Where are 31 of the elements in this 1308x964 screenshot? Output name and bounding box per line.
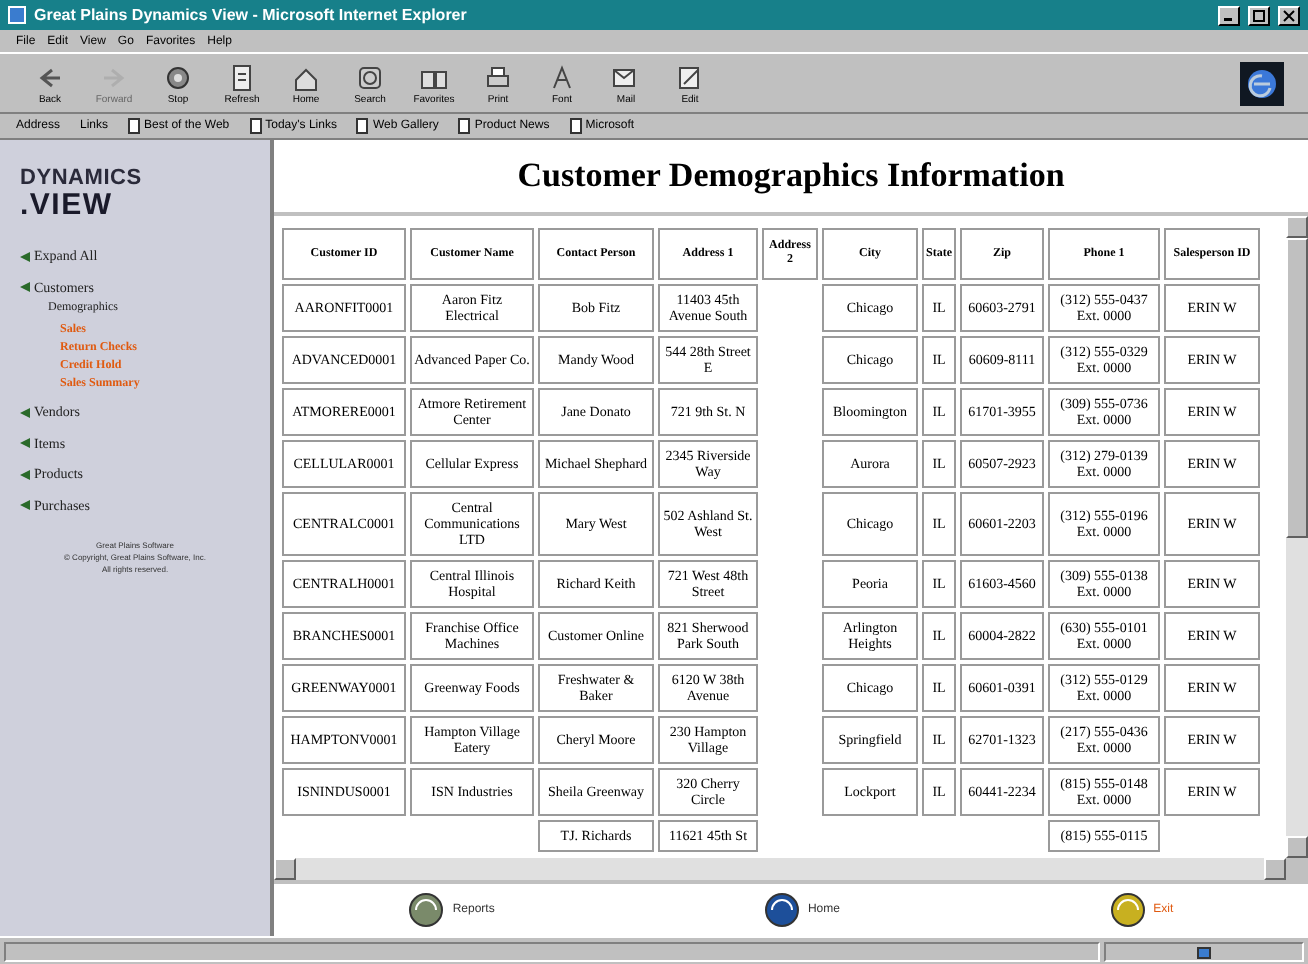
globe-icon [763,892,800,928]
browser-logo-icon [1240,61,1284,105]
arrow-icon [20,469,30,480]
arrow-icon [20,407,30,418]
arrow-icon [20,251,30,262]
page-icon [356,118,369,134]
arrow-icon [20,282,30,293]
vertical-scrollbar[interactable] [1286,216,1308,858]
arrow-icon [20,500,30,511]
page-title: Customer Demographics Information [274,140,1308,216]
arrow-icon [20,438,30,449]
app-icon [8,6,26,24]
logo-text: DYNAMICS [20,168,144,190]
close-button[interactable] [1278,5,1300,25]
close-icon [1282,9,1296,21]
horizontal-scrollbar[interactable] [274,858,1308,880]
page-icon [128,118,141,134]
stop-icon [162,61,194,93]
page-icon [569,118,582,134]
window-title: Great Plains Dynamics View - Microsoft Internet Explorer [34,3,469,27]
zone-icon [1196,943,1212,959]
globe-icon [408,892,445,928]
minimize-button[interactable] [1218,5,1240,25]
globe-icon [1109,892,1146,928]
maximize-icon [1252,9,1266,21]
page-icon [249,118,262,134]
page-icon [458,118,471,134]
print-icon [482,61,514,93]
search-icon [354,61,386,93]
logo-text: .VIEW [20,190,115,220]
maximize-button[interactable] [1248,5,1270,25]
